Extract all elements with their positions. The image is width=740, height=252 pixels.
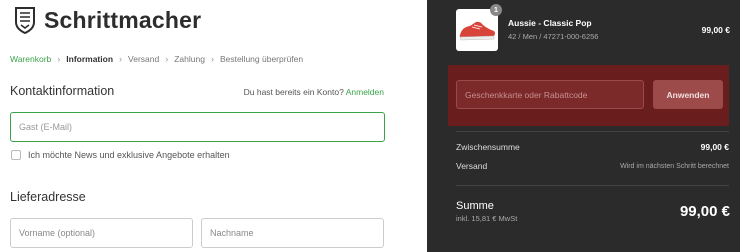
- sneaker-icon: [459, 21, 495, 41]
- shield-logo-icon: [15, 7, 35, 34]
- contact-heading: Kontaktinformation: [10, 84, 115, 98]
- logo[interactable]: Schrittmacher: [14, 6, 201, 34]
- account-prompt-text: Du hast bereits ein Konto?: [243, 87, 344, 97]
- chevron-right-icon: ›: [57, 54, 61, 64]
- breadcrumb-review: Bestellung überprüfen: [219, 54, 304, 64]
- newsletter-checkbox[interactable]: [11, 150, 21, 160]
- divider: [456, 185, 729, 186]
- product-thumbnail: [456, 9, 498, 51]
- breadcrumb: Warenkorb › Information › Versand › Zahl…: [10, 54, 303, 64]
- divider: [456, 131, 729, 132]
- checkout-main: Schrittmacher Warenkorb › Information › …: [0, 0, 427, 252]
- subtotal-label: Zwischensumme: [456, 142, 520, 152]
- shipping-address-heading: Lieferadresse: [10, 190, 86, 204]
- chevron-right-icon: ›: [210, 54, 214, 64]
- breadcrumb-payment: Zahlung: [174, 54, 205, 64]
- subtotal-value: 99,00 €: [700, 142, 729, 152]
- shipping-value: Wird im nächsten Schritt berechnet: [620, 162, 729, 170]
- order-summary: 1 Aussie - Classic Pop 42 / Men / 47271-…: [427, 0, 740, 252]
- shipping-row: Versand Wird im nächsten Schritt berechn…: [456, 161, 729, 171]
- discount-code-field[interactable]: [456, 80, 644, 109]
- apply-discount-button[interactable]: Anwenden: [653, 80, 723, 109]
- newsletter-label: Ich möchte News und exklusive Angebote e…: [28, 150, 230, 160]
- tax-note: inkl. 15,81 € MwSt: [456, 214, 518, 223]
- product-variant: 42 / Men / 47271-000-6256: [508, 32, 599, 41]
- email-field[interactable]: [10, 112, 385, 142]
- newsletter-option[interactable]: Ich möchte News und exklusive Angebote e…: [11, 150, 230, 160]
- subtotal-row: Zwischensumme 99,00 €: [456, 142, 729, 152]
- chevron-right-icon: ›: [119, 54, 123, 64]
- breadcrumb-shipping: Versand: [128, 54, 160, 64]
- total-label: Summe: [456, 200, 494, 212]
- quantity-badge: 1: [490, 4, 502, 16]
- breadcrumb-cart[interactable]: Warenkorb: [10, 54, 51, 64]
- account-prompt: Du hast bereits ein Konto? Anmelden: [244, 87, 384, 97]
- shipping-label: Versand: [456, 161, 488, 171]
- first-name-field[interactable]: [10, 218, 193, 248]
- login-link[interactable]: Anmelden: [346, 87, 384, 97]
- breadcrumb-information: Information: [66, 54, 114, 64]
- total-value: 99,00 €: [679, 203, 730, 220]
- coupon-section: Anwenden: [448, 65, 729, 126]
- last-name-field[interactable]: [201, 218, 384, 248]
- product-price: 99,00 €: [701, 25, 730, 35]
- product-name: Aussie - Classic Pop: [508, 18, 592, 28]
- brand-name: Schrittmacher: [44, 6, 202, 33]
- chevron-right-icon: ›: [165, 54, 169, 64]
